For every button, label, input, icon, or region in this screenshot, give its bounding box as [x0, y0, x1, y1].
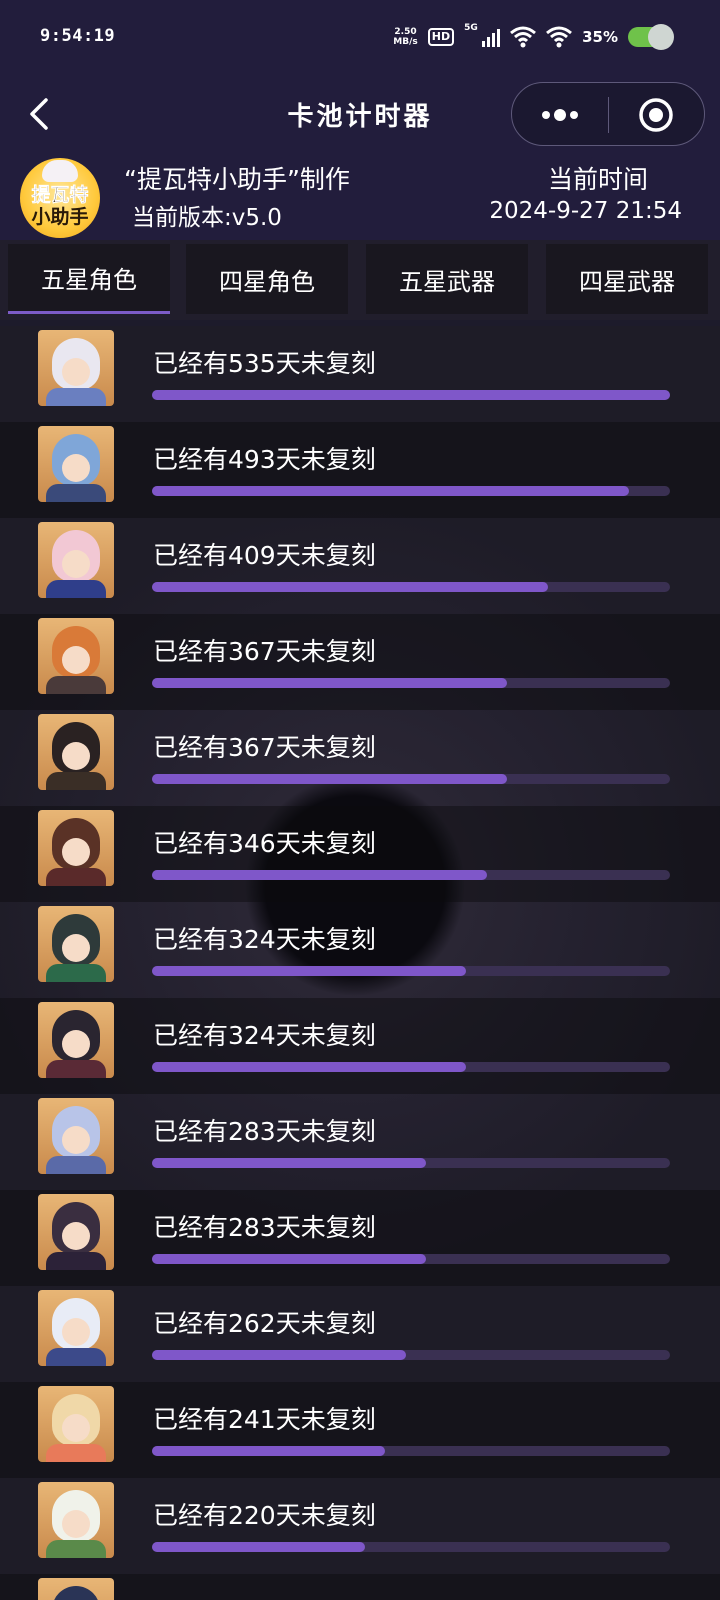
- days-progress-fill: [152, 966, 466, 976]
- app-logo: 提瓦特 小助手: [20, 158, 100, 238]
- days-progress-bar: [152, 1350, 670, 1360]
- list-item[interactable]: 已经有367天未复刻: [0, 710, 720, 806]
- character-avatar: [38, 810, 114, 886]
- days-progress-bar: [152, 582, 670, 592]
- days-since-rerun-label: 已经有493天未复刻: [153, 445, 376, 474]
- days-progress-bar: [152, 1542, 670, 1552]
- net-speed-value: 2.50: [394, 27, 417, 37]
- list-item[interactable]: 已经有409天未复刻: [0, 518, 720, 614]
- rerun-list[interactable]: 已经有535天未复刻 已经有493天未复刻 已经有409天未复刻 已经有367天未复刻…: [0, 326, 720, 1600]
- days-progress-bar: [152, 390, 670, 400]
- days-progress-bar: [152, 1446, 670, 1456]
- tab-five-star-weapons[interactable]: 五星武器: [366, 244, 528, 314]
- character-avatar: [38, 906, 114, 982]
- list-item[interactable]: 已经有535天未复刻: [0, 326, 720, 422]
- app-header: 提瓦特 小助手 “提瓦特小助手”制作 当前版本:v5.0 当前时间 2024-9…: [0, 152, 720, 240]
- days-progress-fill: [152, 870, 487, 880]
- list-item[interactable]: 已经有493天未复刻: [0, 422, 720, 518]
- days-since-rerun-label: 已经有367天未复刻: [153, 733, 376, 762]
- character-avatar: [38, 714, 114, 790]
- wifi-secondary-icon: [546, 26, 573, 48]
- maker-credit: “提瓦特小助手”制作: [124, 165, 350, 194]
- days-progress-fill: [152, 1062, 466, 1072]
- days-progress-bar: [152, 774, 670, 784]
- logo-text-line2: 小助手: [31, 206, 89, 228]
- capsule-divider: [608, 97, 609, 133]
- days-since-rerun-label: 已经有262天未复刻: [153, 1309, 376, 1338]
- character-avatar: [38, 1482, 114, 1558]
- days-progress-bar: [152, 1254, 670, 1264]
- list-item[interactable]: 已经有324天未复刻: [0, 998, 720, 1094]
- character-avatar: [38, 1002, 114, 1078]
- battery-icon: [628, 24, 674, 50]
- nav-bar: 卡池计时器: [0, 76, 720, 152]
- days-progress-fill: [152, 678, 508, 688]
- signal-type: 5G: [464, 23, 478, 33]
- current-time-label: 当前时间: [547, 165, 648, 194]
- character-avatar: [38, 522, 114, 598]
- cellular-signal-icon: 5G: [464, 23, 501, 47]
- net-speed-unit: MB/s: [393, 37, 418, 47]
- list-item[interactable]: 已经有262天未复刻: [0, 1286, 720, 1382]
- tab-five-star-characters[interactable]: 五星角色: [8, 244, 170, 314]
- character-avatar: [38, 1386, 114, 1462]
- days-progress-fill: [152, 390, 670, 400]
- days-since-rerun-label: 已经有283天未复刻: [153, 1117, 376, 1146]
- character-avatar: [38, 1194, 114, 1270]
- list-item[interactable]: 已经有241天未复刻: [0, 1382, 720, 1478]
- days-progress-bar: [152, 678, 670, 688]
- character-avatar: [38, 1290, 114, 1366]
- list-item[interactable]: 已经有283天未复刻: [0, 1190, 720, 1286]
- status-time: 9:54:19: [40, 26, 116, 46]
- days-progress-fill: [152, 774, 508, 784]
- days-since-rerun-label: 已经有409天未复刻: [153, 541, 376, 570]
- character-avatar: [38, 330, 114, 406]
- days-progress-fill: [152, 1446, 386, 1456]
- days-since-rerun-label: 已经有241天未复刻: [153, 1405, 376, 1434]
- days-since-rerun-label: 已经有324天未复刻: [153, 925, 376, 954]
- net-speed: 2.50 MB/s: [393, 27, 417, 47]
- list-item[interactable]: 已经有220天未复刻: [0, 1478, 720, 1574]
- days-since-rerun-label: 已经有367天未复刻: [153, 637, 376, 666]
- days-progress-fill: [152, 1158, 426, 1168]
- days-since-rerun-label: 已经有535天未复刻: [153, 349, 376, 378]
- close-miniprogram-icon[interactable]: [638, 97, 674, 133]
- character-avatar: [38, 1578, 114, 1600]
- days-progress-bar: [152, 966, 670, 976]
- days-progress-fill: [152, 582, 548, 592]
- category-tabs: 五星角色 四星角色 五星武器 四星武器: [0, 240, 720, 320]
- list-item[interactable]: [0, 1574, 720, 1600]
- list-item[interactable]: 已经有324天未复刻: [0, 902, 720, 998]
- battery-percent: 35%: [582, 28, 618, 46]
- days-since-rerun-label: 已经有346天未复刻: [153, 829, 376, 858]
- current-time-value: 2024-9-27 21:54: [489, 198, 682, 224]
- status-icons: 2.50 MB/s HD 5G 35%: [393, 22, 674, 52]
- list-item[interactable]: 已经有346天未复刻: [0, 806, 720, 902]
- days-progress-bar: [152, 486, 670, 496]
- days-progress-fill: [152, 1350, 406, 1360]
- list-item[interactable]: 已经有367天未复刻: [0, 614, 720, 710]
- character-avatar: [38, 1098, 114, 1174]
- version-label: 当前版本:v5.0: [132, 205, 282, 231]
- character-avatar: [38, 426, 114, 502]
- status-bar: 9:54:19 2.50 MB/s HD 5G 35%: [0, 0, 720, 76]
- hd-icon: HD: [427, 28, 455, 46]
- list-item[interactable]: 已经有283天未复刻: [0, 1094, 720, 1190]
- days-since-rerun-label: 已经有220天未复刻: [153, 1501, 376, 1530]
- days-progress-fill: [152, 486, 630, 496]
- tab-four-star-weapons[interactable]: 四星武器: [546, 244, 708, 314]
- days-progress-fill: [152, 1542, 365, 1552]
- character-avatar: [38, 618, 114, 694]
- days-since-rerun-label: 已经有283天未复刻: [153, 1213, 376, 1242]
- days-progress-bar: [152, 870, 670, 880]
- days-progress-bar: [152, 1062, 670, 1072]
- days-progress-bar: [152, 1158, 670, 1168]
- wifi-icon: [510, 26, 537, 48]
- more-icon[interactable]: [538, 103, 582, 127]
- mini-program-capsule: [511, 82, 705, 146]
- tab-four-star-characters[interactable]: 四星角色: [186, 244, 348, 314]
- days-since-rerun-label: 已经有324天未复刻: [153, 1021, 376, 1050]
- days-progress-fill: [152, 1254, 426, 1264]
